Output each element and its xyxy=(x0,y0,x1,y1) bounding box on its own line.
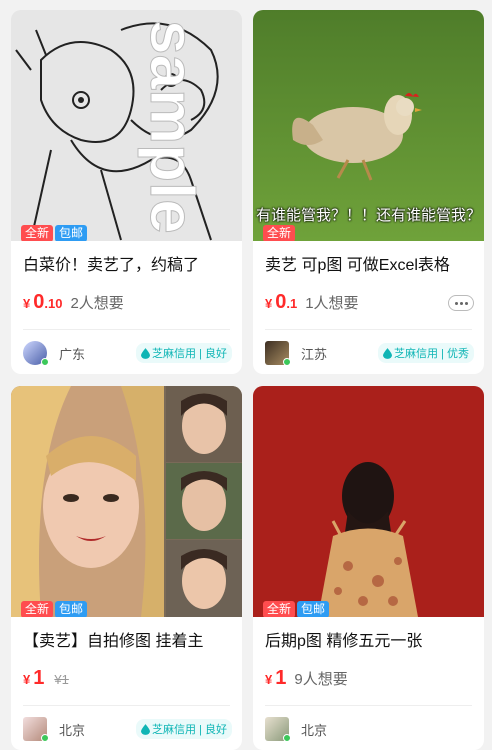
product-title[interactable]: 卖艺 可p图 可做Excel表格 xyxy=(253,255,484,277)
price-decimal: .1 xyxy=(286,296,298,311)
credit-label: 芝麻信用 | 良好 xyxy=(152,724,227,736)
more-options-button[interactable] xyxy=(448,295,474,311)
original-price: ¥1 xyxy=(54,672,69,687)
online-dot xyxy=(41,358,49,366)
tag-free-shipping: 包邮 xyxy=(55,225,88,241)
product-card[interactable]: 有谁能管我？！！还有谁能管我？ 全新 卖艺 可p图 可做Excel表格 ¥ 0 … xyxy=(253,10,484,374)
seller-row[interactable]: 北京 芝麻信用 | 良好 xyxy=(11,706,242,750)
currency-symbol: ¥ xyxy=(23,672,31,687)
price-integer: 0 xyxy=(275,291,287,313)
want-count: 2人想要 xyxy=(70,295,124,312)
seller-row[interactable]: 北京 xyxy=(253,706,484,750)
avatar[interactable] xyxy=(265,717,291,742)
product-card[interactable]: sample 全新 包邮 白菜价！卖艺了，约稿了 ¥ 0 .10 2人想要 广东… xyxy=(11,10,242,374)
credit-label: 芝麻信用 | 优秀 xyxy=(394,348,469,360)
tag-new: 全新 xyxy=(263,225,296,241)
price-row: ¥ 1 ¥1 xyxy=(11,667,242,693)
seller-location: 江苏 xyxy=(301,346,328,362)
drop-icon xyxy=(141,347,151,359)
image-caption: 有谁能管我？！！还有谁能管我？ xyxy=(255,207,481,224)
online-dot xyxy=(41,734,49,742)
currency-symbol: ¥ xyxy=(265,672,273,687)
product-image[interactable]: 全新 包邮 xyxy=(11,386,242,617)
seller-row[interactable]: 江苏 芝麻信用 | 优秀 xyxy=(253,330,484,374)
drop-icon xyxy=(141,723,151,735)
price-row: ¥ 1 9人想要 xyxy=(253,667,484,693)
tag-new: 全新 xyxy=(21,225,54,241)
credit-badge: 芝麻信用 | 良好 xyxy=(136,343,232,363)
svg-text:sample: sample xyxy=(137,20,206,234)
price-integer: 1 xyxy=(275,667,287,689)
manga-drawing-image: sample xyxy=(11,10,242,241)
avatar[interactable] xyxy=(23,717,49,742)
price-integer: 0 xyxy=(33,291,45,313)
online-dot xyxy=(283,734,291,742)
credit-badge: 芝麻信用 | 良好 xyxy=(136,719,232,739)
online-dot xyxy=(283,358,291,366)
tag-free-shipping: 包邮 xyxy=(297,601,330,617)
avatar[interactable] xyxy=(265,341,291,366)
red-backdrop-portrait-image xyxy=(253,386,484,617)
currency-symbol: ¥ xyxy=(23,296,31,311)
currency-symbol: ¥ xyxy=(265,296,273,311)
product-image[interactable]: 有谁能管我？！！还有谁能管我？ 全新 xyxy=(253,10,484,241)
credit-label: 芝麻信用 | 良好 xyxy=(152,348,227,360)
selfie-collage-image xyxy=(11,386,242,617)
price-integer: 1 xyxy=(33,667,45,689)
product-card[interactable]: 全新 包邮 【卖艺】自拍修图 挂着主 ¥ 1 ¥1 北京 芝麻信用 | 良好 xyxy=(11,386,242,750)
price-row: ¥ 0 .1 1人想要 xyxy=(253,291,484,317)
product-title[interactable]: 【卖艺】自拍修图 挂着主 xyxy=(11,631,242,653)
price-row: ¥ 0 .10 2人想要 xyxy=(11,291,242,317)
product-title[interactable]: 白菜价！卖艺了，约稿了 xyxy=(11,255,242,277)
seller-location: 广东 xyxy=(59,346,86,362)
drop-icon xyxy=(383,347,393,359)
product-image[interactable]: 全新 包邮 xyxy=(253,386,484,617)
avatar[interactable] xyxy=(23,341,49,366)
seller-row[interactable]: 广东 芝麻信用 | 良好 xyxy=(11,330,242,374)
tag-free-shipping: 包邮 xyxy=(55,601,88,617)
product-card[interactable]: 全新 包邮 后期p图 精修五元一张 ¥ 1 9人想要 北京 xyxy=(253,386,484,750)
tag-new: 全新 xyxy=(21,601,54,617)
credit-badge: 芝麻信用 | 优秀 xyxy=(378,343,474,363)
seller-location: 北京 xyxy=(59,722,86,738)
want-count: 1人想要 xyxy=(305,295,359,312)
price-decimal: .10 xyxy=(44,296,63,311)
product-title[interactable]: 后期p图 精修五元一张 xyxy=(253,631,484,653)
seller-location: 北京 xyxy=(301,722,328,738)
want-count: 9人想要 xyxy=(294,671,348,688)
tag-new: 全新 xyxy=(263,601,296,617)
product-image[interactable]: sample 全新 包邮 xyxy=(11,10,242,241)
